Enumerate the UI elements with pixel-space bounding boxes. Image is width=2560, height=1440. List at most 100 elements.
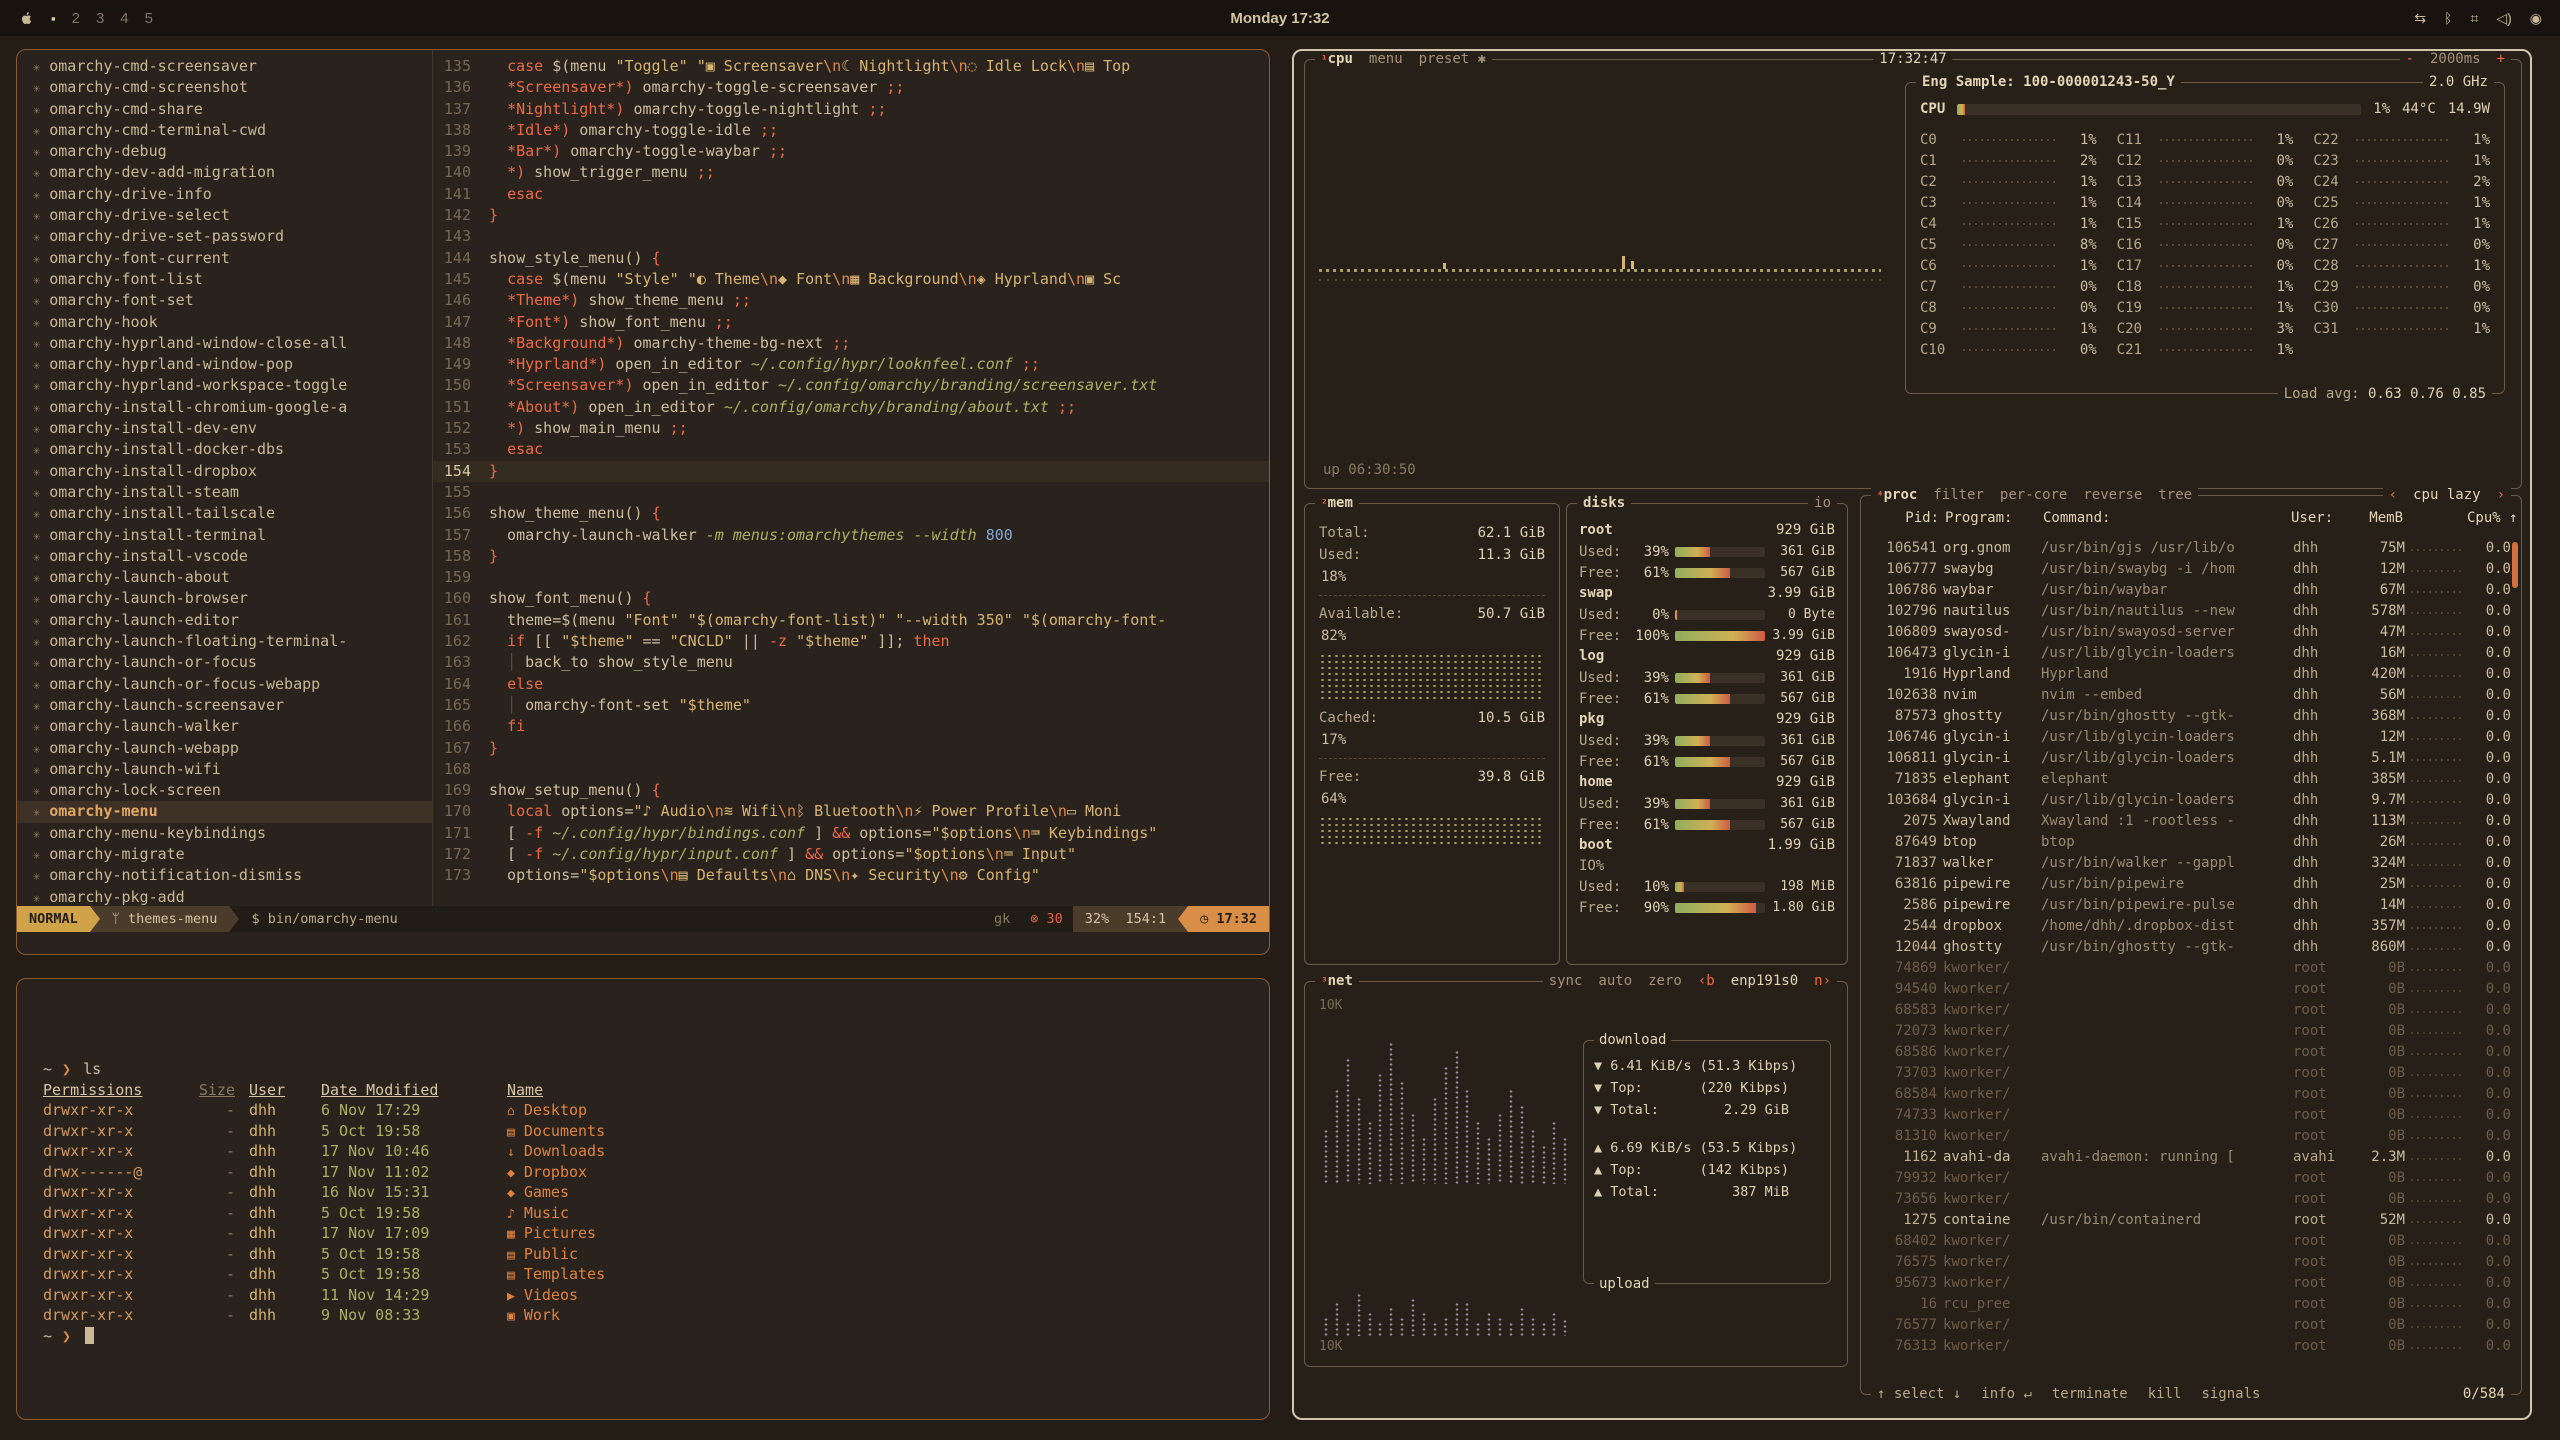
workspace-2[interactable]: 2 <box>72 10 80 27</box>
screencast-icon[interactable]: ⇆ <box>2414 10 2426 27</box>
process-row[interactable]: 106777 swaybg /usr/bin/swaybg -i /hom dh… <box>1867 559 2511 580</box>
proc-box-title[interactable]: ⁴proc <box>1877 486 1917 505</box>
process-row[interactable]: 106473 glycin-i /usr/lib/glycin-loaders … <box>1867 643 2511 664</box>
process-row[interactable]: 94540 kworker/ root 0B 0.0 <box>1867 979 2511 1000</box>
file-tree-item[interactable]: ✳omarchy-install-chromium-google-a <box>17 397 432 418</box>
file-tree-item[interactable]: ✳omarchy-drive-info <box>17 184 432 205</box>
file-tree-item[interactable]: ✳omarchy-launch-editor <box>17 610 432 631</box>
process-row[interactable]: 102796 nautilus /usr/bin/nautilus --new … <box>1867 601 2511 622</box>
process-row[interactable]: 76575 kworker/ root 0B 0.0 <box>1867 1252 2511 1273</box>
workspace-5[interactable]: 5 <box>145 10 153 27</box>
file-tree-item[interactable]: ✳omarchy-pkg-add <box>17 887 432 906</box>
net-auto-toggle[interactable]: auto <box>1598 972 1632 990</box>
kill-action[interactable]: kill <box>2148 1384 2182 1404</box>
file-tree-item[interactable]: ✳omarchy-install-tailscale <box>17 503 432 524</box>
file-tree-item[interactable]: ✳omarchy-cmd-terminal-cwd <box>17 120 432 141</box>
proc-option-button[interactable]: filter <box>1933 486 1984 504</box>
file-tree-item[interactable]: ✳omarchy-migrate <box>17 844 432 865</box>
file-tree-item[interactable]: ✳omarchy-install-terminal <box>17 525 432 546</box>
net-zero-toggle[interactable]: zero <box>1648 972 1682 990</box>
file-tree-item[interactable]: ✳omarchy-drive-select <box>17 205 432 226</box>
file-tree-item[interactable]: ✳omarchy-drive-set-password <box>17 226 432 247</box>
file-tree-item[interactable]: ✳omarchy-debug <box>17 141 432 162</box>
file-tree-item[interactable]: ✳omarchy-lock-screen <box>17 780 432 801</box>
process-row[interactable]: 16 rcu_pree root 0B 0.0 <box>1867 1294 2511 1315</box>
process-row[interactable]: 74869 kworker/ root 0B 0.0 <box>1867 958 2511 979</box>
proc-option-button[interactable]: reverse <box>2083 486 2142 504</box>
interval-decrease-button[interactable]: - <box>2406 50 2414 68</box>
menu-button[interactable]: menu <box>1369 50 1403 68</box>
file-tree-item[interactable]: ✳omarchy-launch-or-focus <box>17 652 432 673</box>
proc-option-button[interactable]: tree <box>2158 486 2192 504</box>
process-row[interactable]: 1275 containe /usr/bin/containerd root 5… <box>1867 1210 2511 1231</box>
file-tree-item[interactable]: ✳omarchy-hyprland-window-pop <box>17 354 432 375</box>
process-row[interactable]: 81310 kworker/ root 0B 0.0 <box>1867 1126 2511 1147</box>
process-row[interactable]: 76313 kworker/ root 0B 0.0 <box>1867 1336 2511 1357</box>
select-action[interactable]: ↑ select ↓ <box>1877 1384 1961 1404</box>
net-sync-toggle[interactable]: sync <box>1549 972 1583 990</box>
volume-icon[interactable]: ◁) <box>2496 10 2511 27</box>
memory-box-title[interactable]: ²mem <box>1321 494 1353 513</box>
file-tree-item[interactable]: ✳omarchy-notification-dismiss <box>17 865 432 886</box>
command-line[interactable] <box>17 932 1269 954</box>
file-tree-item[interactable]: ✳omarchy-launch-wifi <box>17 759 432 780</box>
process-row[interactable]: 1916 Hyprland Hyprland dhh 420M 0.0 <box>1867 664 2511 685</box>
file-tree-item[interactable]: ✳omarchy-launch-floating-terminal- <box>17 631 432 652</box>
file-tree-item[interactable]: ✳omarchy-font-list <box>17 269 432 290</box>
file-tree-item[interactable]: ✳omarchy-install-vscode <box>17 546 432 567</box>
process-row[interactable]: 87649 btop btop dhh 26M 0.0 <box>1867 832 2511 853</box>
file-tree-item[interactable]: ✳omarchy-launch-walker <box>17 716 432 737</box>
process-row[interactable]: 71835 elephant elephant dhh 385M 0.0 <box>1867 769 2511 790</box>
process-row[interactable]: 68402 kworker/ root 0B 0.0 <box>1867 1231 2511 1252</box>
process-row[interactable]: 79932 kworker/ root 0B 0.0 <box>1867 1168 2511 1189</box>
file-tree-item[interactable]: ✳omarchy-install-dropbox <box>17 461 432 482</box>
file-tree-item[interactable]: ✳omarchy-cmd-share <box>17 99 432 120</box>
net-box-title[interactable]: ³net <box>1321 972 1353 991</box>
process-row[interactable]: 1162 avahi-da avahi-daemon: running [ av… <box>1867 1147 2511 1168</box>
process-row[interactable]: 2586 pipewire /usr/bin/pipewire-pulse dh… <box>1867 895 2511 916</box>
info-action[interactable]: info ↵ <box>1981 1384 2032 1404</box>
file-tree-item[interactable]: ✳omarchy-font-set <box>17 290 432 311</box>
network-icon[interactable]: ⌗ <box>2470 10 2478 27</box>
preset-button[interactable]: preset ✱ <box>1419 50 1486 68</box>
proc-sort-next-button[interactable]: › <box>2497 486 2505 504</box>
file-tree-item[interactable]: ✳omarchy-dev-add-migration <box>17 162 432 183</box>
file-tree-item[interactable]: ✳omarchy-hyprland-window-close-all <box>17 333 432 354</box>
workspace-4[interactable]: 4 <box>120 10 128 27</box>
terminal-window[interactable]: ~ ❯ ls Permissions Size User Date Modifi… <box>16 978 1270 1420</box>
process-row[interactable]: 106541 org.gnom /usr/bin/gjs /usr/lib/o … <box>1867 538 2511 559</box>
process-row[interactable]: 73703 kworker/ root 0B 0.0 <box>1867 1063 2511 1084</box>
prompt-line-2[interactable]: ~ ❯ <box>43 1326 1269 1347</box>
terminate-action[interactable]: terminate <box>2052 1384 2128 1404</box>
net-iface-prev-button[interactable]: ‹b <box>1698 972 1715 990</box>
process-row[interactable]: 72073 kworker/ root 0B 0.0 <box>1867 1021 2511 1042</box>
process-row[interactable]: 95673 kworker/ root 0B 0.0 <box>1867 1273 2511 1294</box>
file-tree-item[interactable]: ✳omarchy-install-dev-env <box>17 418 432 439</box>
file-tree-item[interactable]: ✳omarchy-menu <box>17 801 432 822</box>
process-row[interactable]: 102638 nvim nvim --embed dhh 56M 0.0 <box>1867 685 2511 706</box>
process-row[interactable]: 103684 glycin-i /usr/lib/glycin-loaders … <box>1867 790 2511 811</box>
file-tree-item[interactable]: ✳omarchy-install-docker-dbs <box>17 439 432 460</box>
process-row[interactable]: 73656 kworker/ root 0B 0.0 <box>1867 1189 2511 1210</box>
cpu-box-title[interactable]: ¹cpu <box>1321 50 1353 69</box>
proc-option-button[interactable]: per-core <box>2000 486 2067 504</box>
process-row[interactable]: 106786 waybar /usr/bin/waybar dhh 67M 0.… <box>1867 580 2511 601</box>
process-row[interactable]: 2544 dropbox /home/dhh/.dropbox-dist dhh… <box>1867 916 2511 937</box>
power-icon[interactable]: ◉ <box>2530 10 2542 27</box>
file-tree-item[interactable]: ✳omarchy-cmd-screensaver <box>17 56 432 77</box>
file-tree-item[interactable]: ✳omarchy-hyprland-workspace-toggle <box>17 375 432 396</box>
file-tree-item[interactable]: ✳omarchy-font-current <box>17 248 432 269</box>
process-row[interactable]: 68583 kworker/ root 0B 0.0 <box>1867 1000 2511 1021</box>
process-row[interactable]: 106746 glycin-i /usr/lib/glycin-loaders … <box>1867 727 2511 748</box>
disks-io-toggle[interactable]: io <box>1814 494 1831 512</box>
workspace-active-indicator[interactable]: ▪ <box>51 11 56 26</box>
file-tree-item[interactable]: ✳omarchy-launch-webapp <box>17 738 432 759</box>
process-row[interactable]: 68584 kworker/ root 0B 0.0 <box>1867 1084 2511 1105</box>
file-tree-item[interactable]: ✳omarchy-launch-screensaver <box>17 695 432 716</box>
process-row[interactable]: 106809 swayosd- /usr/bin/swayosd-server … <box>1867 622 2511 643</box>
file-tree-item[interactable]: ✳omarchy-launch-about <box>17 567 432 588</box>
process-row[interactable]: 74733 kworker/ root 0B 0.0 <box>1867 1105 2511 1126</box>
code-pane[interactable]: 135 case $(menu "Toggle" "▣ Screensaver\… <box>433 50 1269 906</box>
process-row[interactable]: 87573 ghostty /usr/bin/ghostty --gtk- dh… <box>1867 706 2511 727</box>
file-tree-item[interactable]: ✳omarchy-launch-or-focus-webapp <box>17 674 432 695</box>
